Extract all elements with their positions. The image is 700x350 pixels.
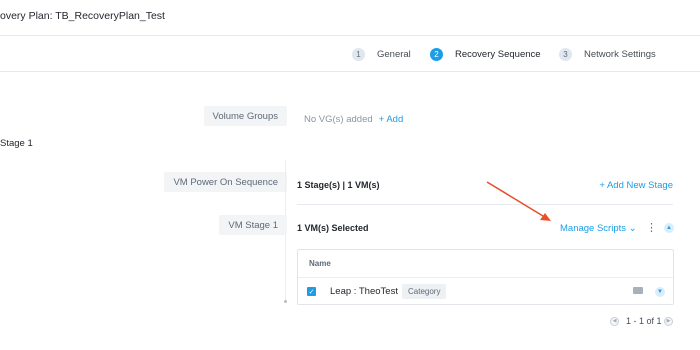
annotation-arrow: [486, 181, 551, 221]
annotation-arrow-line: [486, 181, 544, 217]
annotation-arrow-head: [540, 213, 551, 221]
